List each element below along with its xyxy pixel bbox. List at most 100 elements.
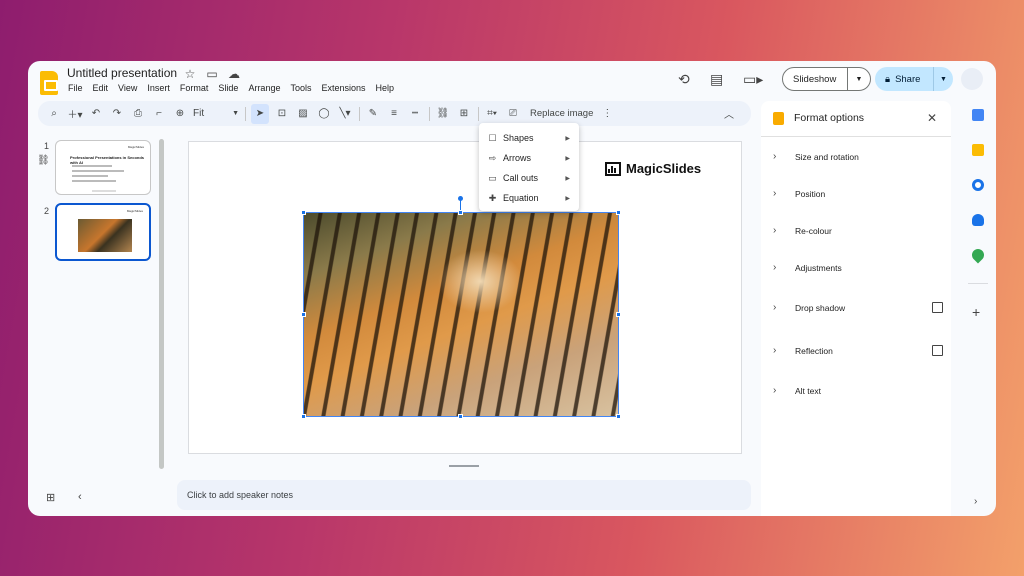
close-icon[interactable]: ✕ xyxy=(927,111,937,125)
chevron-right-icon: › xyxy=(773,345,777,356)
notes-resize-handle[interactable] xyxy=(449,465,479,467)
filmstrip-scrollbar[interactable] xyxy=(159,139,164,469)
chevron-right-icon: › xyxy=(773,385,777,396)
zoom-select[interactable]: Fit ▼ xyxy=(193,104,239,124)
border-dash-icon[interactable]: ┅ xyxy=(407,104,423,124)
resize-handle[interactable] xyxy=(458,414,463,419)
new-slide-icon[interactable]: ＋▾ xyxy=(67,104,83,124)
slides-logo-icon[interactable] xyxy=(40,71,58,95)
resize-handle[interactable] xyxy=(458,210,463,215)
line-icon[interactable]: ╲▾ xyxy=(337,104,353,124)
slideshow-dropdown-icon[interactable]: ▼ xyxy=(848,76,870,83)
share-dropdown-icon[interactable]: ▼ xyxy=(934,76,953,83)
panel-title: Format options xyxy=(794,112,865,124)
resize-handle[interactable] xyxy=(301,312,306,317)
expand-rail-icon[interactable]: › xyxy=(974,496,977,507)
menu-help[interactable]: Help xyxy=(375,83,396,93)
toolbar: ⌕ ＋▾ ↶ ↷ ⎙ ⌐ ⊕ Fit ▼ ➤ ⊡ ▨ ◯ ╲▾ ✎ ≡ ┅ ⛓ … xyxy=(38,101,751,126)
reflection-checkbox[interactable] xyxy=(932,345,943,356)
menu-extensions[interactable]: Extensions xyxy=(320,83,366,93)
option-recolour[interactable]: › Re-colour xyxy=(773,225,943,236)
zoom-value: Fit xyxy=(193,108,205,119)
collapse-panel-icon[interactable]: ‹ xyxy=(78,491,82,503)
text-box-icon[interactable]: ⊡ xyxy=(274,104,290,124)
chevron-right-icon: › xyxy=(773,225,777,236)
document-title[interactable]: Untitled presentation xyxy=(67,66,177,80)
search-menus-icon[interactable]: ⌕ xyxy=(46,104,62,124)
presentation-board-icon xyxy=(605,161,621,176)
grid-view-icon[interactable]: ⊞ xyxy=(46,491,55,504)
menu-item-equation[interactable]: ✚ Equation ▶ xyxy=(479,188,579,208)
menu-item-callouts[interactable]: ▭ Call outs ▶ xyxy=(479,168,579,188)
paint-format-icon[interactable]: ⌐ xyxy=(151,104,167,124)
resize-handle[interactable] xyxy=(301,210,306,215)
option-adjustments[interactable]: › Adjustments xyxy=(773,262,943,273)
add-comment-icon[interactable]: ⊞ xyxy=(456,104,472,124)
chevron-down-icon: ▼ xyxy=(232,110,239,117)
calendar-icon[interactable] xyxy=(972,109,984,121)
contacts-icon[interactable] xyxy=(972,214,984,226)
avatar[interactable] xyxy=(961,68,983,90)
option-drop-shadow[interactable]: › Drop shadow xyxy=(773,302,943,313)
submenu-arrow-icon: ▶ xyxy=(565,135,570,142)
menu-tools[interactable]: Tools xyxy=(289,83,312,93)
app-window: Untitled presentation ☆ ▭ ☁ File Edit Vi… xyxy=(28,61,996,516)
zoom-icon[interactable]: ⊕ xyxy=(172,104,188,124)
menu-slide[interactable]: Slide xyxy=(217,83,239,93)
menu-bar: File Edit View Insert Format Slide Arran… xyxy=(67,83,395,93)
redo-icon[interactable]: ↷ xyxy=(109,104,125,124)
border-weight-icon[interactable]: ≡ xyxy=(386,104,402,124)
reset-image-icon[interactable]: ⎚ xyxy=(505,104,521,124)
cloud-status-icon[interactable]: ☁ xyxy=(227,67,241,81)
insert-image-icon[interactable]: ▨ xyxy=(295,104,311,124)
callout-icon: ▭ xyxy=(488,172,497,183)
version-history-icon[interactable]: ⟲ xyxy=(678,71,690,88)
slide-thumbnail-1[interactable]: MagicSlides Professional Presentations i… xyxy=(55,140,151,195)
resize-handle[interactable] xyxy=(301,414,306,419)
slide-number: 1 xyxy=(44,141,50,151)
option-position[interactable]: › Position xyxy=(773,188,943,199)
tasks-icon[interactable] xyxy=(972,179,984,191)
menu-item-shapes[interactable]: ☐ Shapes ▶ xyxy=(479,128,579,148)
menu-arrange[interactable]: Arrange xyxy=(247,83,281,93)
resize-handle[interactable] xyxy=(616,210,621,215)
maps-icon[interactable] xyxy=(969,246,987,264)
move-folder-icon[interactable]: ▭ xyxy=(205,67,219,81)
menu-item-arrows[interactable]: ⇨ Arrows ▶ xyxy=(479,148,579,168)
border-color-icon[interactable]: ✎ xyxy=(365,104,381,124)
option-alt-text[interactable]: › Alt text xyxy=(773,385,943,396)
menu-insert[interactable]: Insert xyxy=(146,83,171,93)
rotate-handle[interactable] xyxy=(458,196,463,201)
menu-edit[interactable]: Edit xyxy=(92,83,110,93)
print-icon[interactable]: ⎙ xyxy=(130,104,146,124)
slide-number: 2 xyxy=(44,206,50,216)
slide-thumbnail-2[interactable]: MagicSlides xyxy=(55,203,151,261)
share-button[interactable]: 🔒︎ Share ▼ xyxy=(875,67,953,91)
menu-format[interactable]: Format xyxy=(179,83,210,93)
star-icon[interactable]: ☆ xyxy=(183,67,197,81)
slide-canvas[interactable]: MagicSlides xyxy=(188,141,742,454)
option-size-and-rotation[interactable]: › Size and rotation xyxy=(773,151,943,162)
slideshow-button[interactable]: Slideshow ▼ xyxy=(782,67,871,91)
drop-shadow-checkbox[interactable] xyxy=(932,302,943,313)
menu-file[interactable]: File xyxy=(67,83,84,93)
replace-image-button[interactable]: Replace image xyxy=(530,108,593,119)
resize-handle[interactable] xyxy=(616,312,621,317)
more-options-icon[interactable]: ⋮ xyxy=(599,104,615,124)
select-cursor-icon[interactable]: ➤ xyxy=(251,103,269,124)
chevron-right-icon: › xyxy=(773,262,777,273)
speaker-notes-field[interactable]: Click to add speaker notes xyxy=(177,480,751,510)
comments-icon[interactable]: ▤ xyxy=(710,71,723,88)
collapse-toolbar-icon[interactable]: ︿ xyxy=(721,104,737,124)
keep-icon[interactable] xyxy=(972,144,984,156)
crop-icon[interactable]: ⌗▾ xyxy=(484,104,500,124)
meet-camera-icon[interactable]: ▭▸ xyxy=(743,71,763,88)
undo-icon[interactable]: ↶ xyxy=(88,104,104,124)
add-addon-icon[interactable]: + xyxy=(972,304,980,320)
menu-view[interactable]: View xyxy=(117,83,138,93)
shape-icon[interactable]: ◯ xyxy=(316,104,332,124)
option-reflection[interactable]: › Reflection xyxy=(773,345,943,356)
insert-link-icon[interactable]: ⛓ xyxy=(435,104,451,124)
image-selection-box xyxy=(303,212,619,417)
resize-handle[interactable] xyxy=(616,414,621,419)
